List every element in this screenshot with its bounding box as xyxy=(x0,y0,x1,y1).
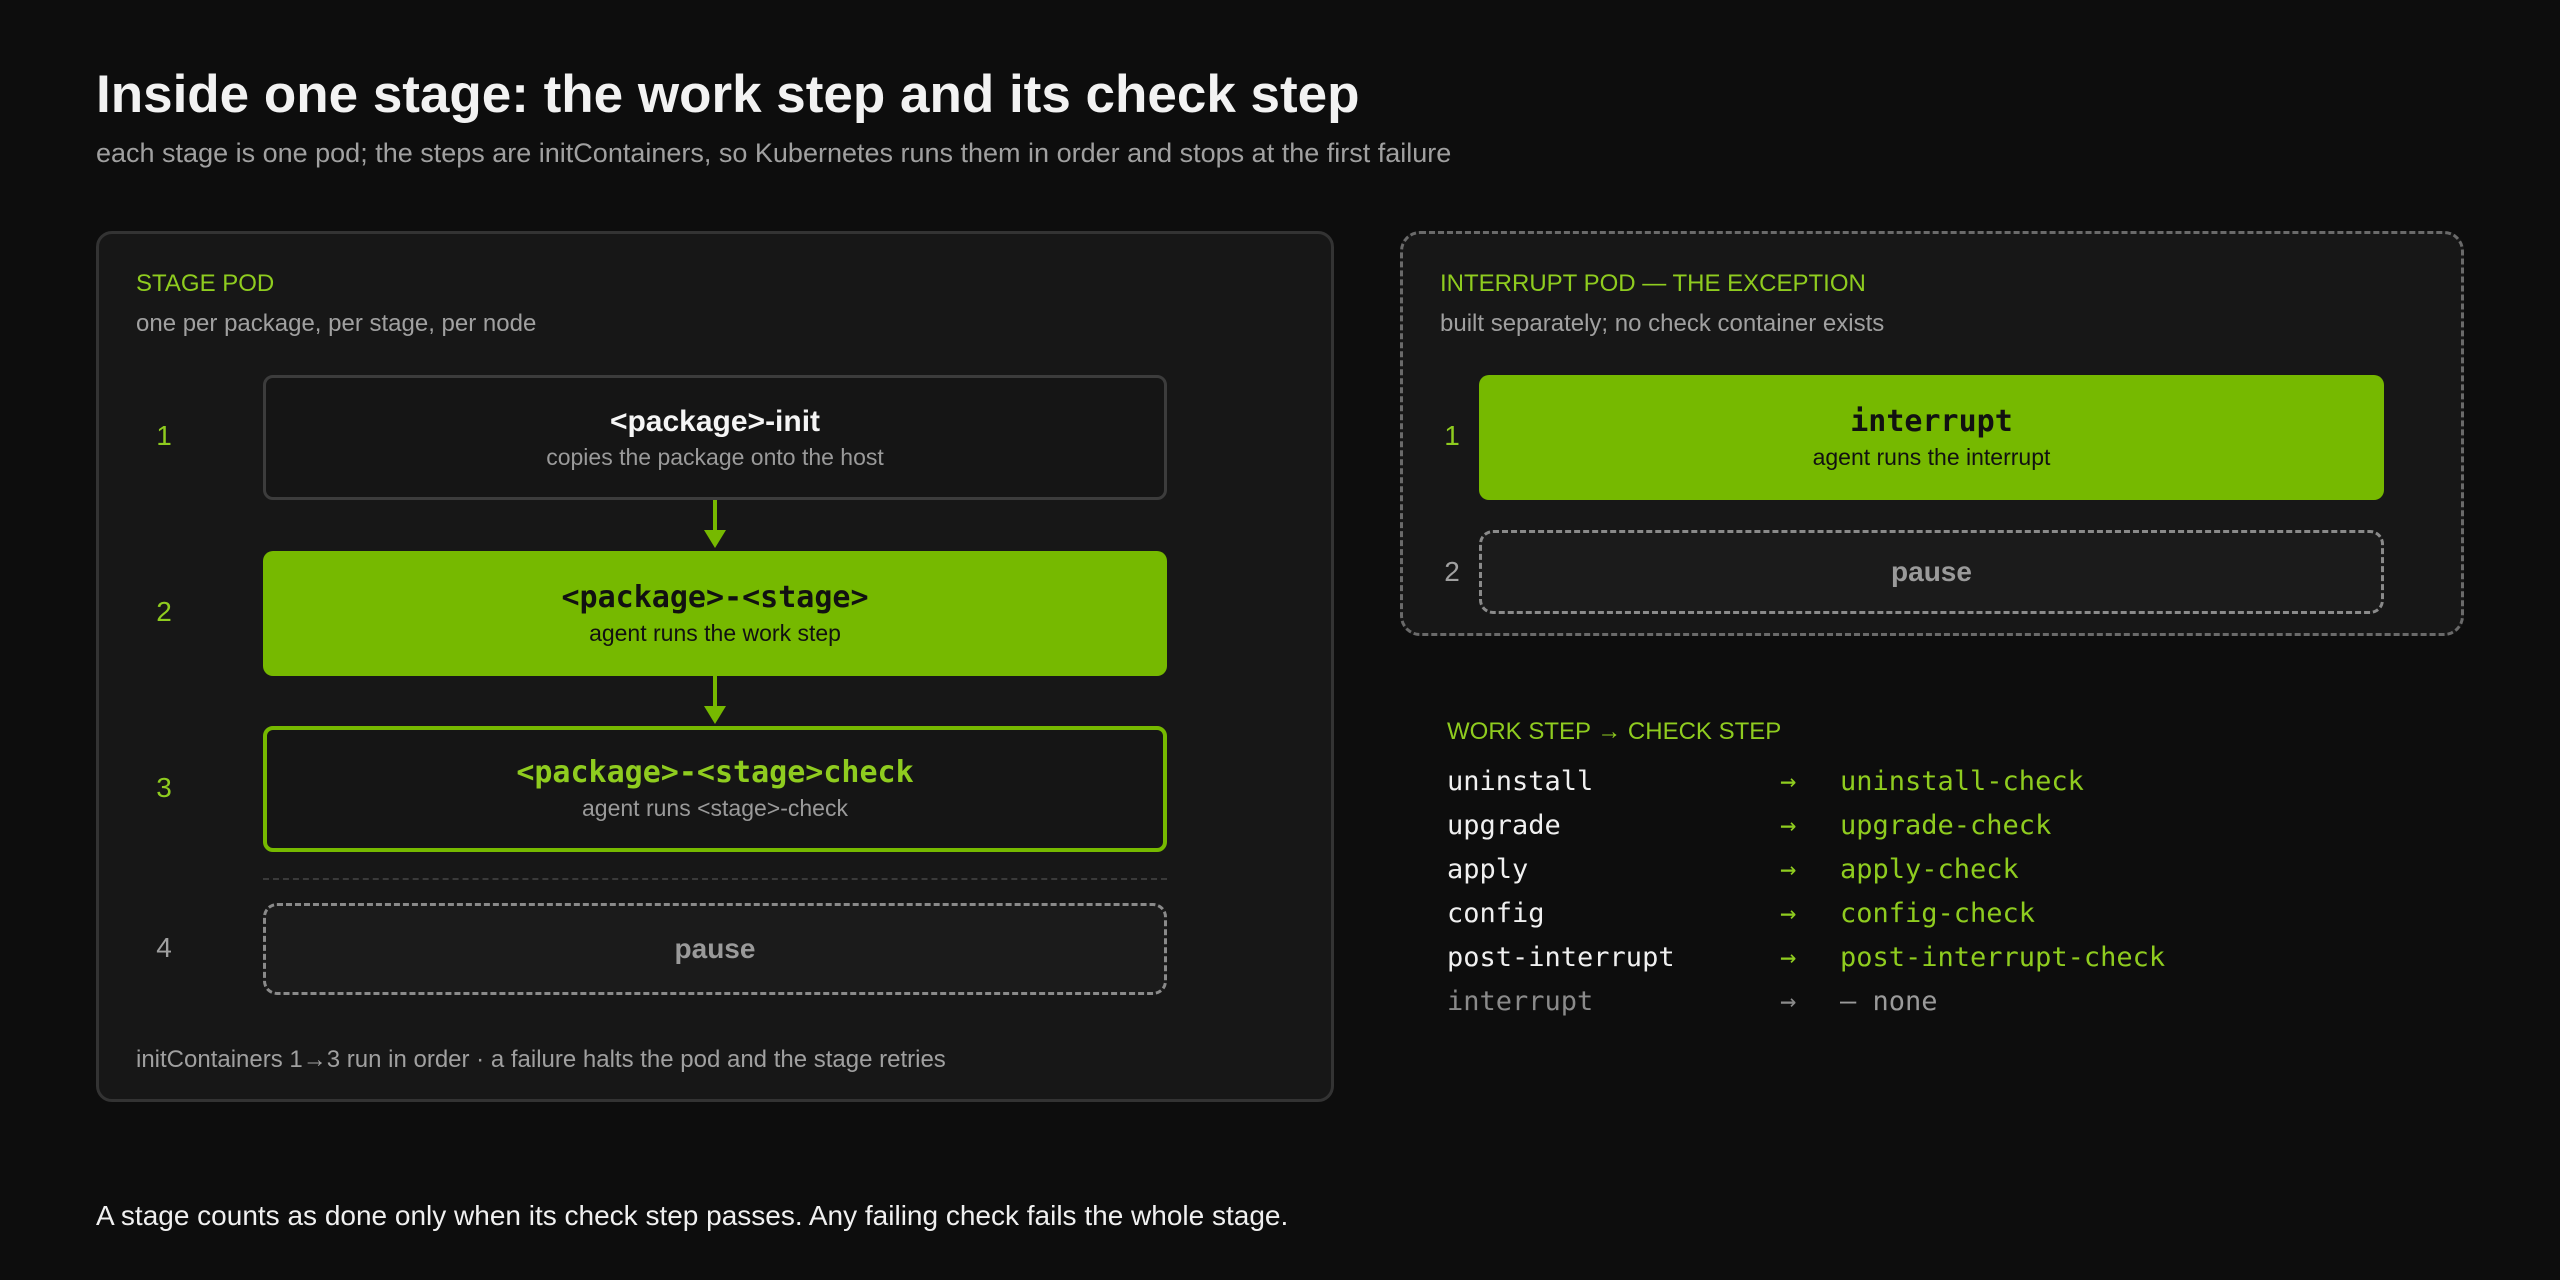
interrupt-pause-title: pause xyxy=(1891,556,1972,587)
check-step-box: <package>-<stage>check agent runs <stage… xyxy=(263,726,1167,852)
step-number-2: 2 xyxy=(156,596,172,627)
mapping-work-upgrade: upgrade xyxy=(1447,810,1561,841)
step-number-1: 1 xyxy=(156,420,172,451)
mapping-arrow: → xyxy=(1780,986,1797,1017)
mapping-check-uninstall: uninstall-check xyxy=(1840,766,2084,797)
mapping-arrow: → xyxy=(1780,854,1797,885)
pause-container-box: pause xyxy=(263,903,1167,995)
step-number-3: 3 xyxy=(156,772,172,803)
check-step-title: <package>-<stage>check xyxy=(516,755,914,790)
interrupt-box: interrupt agent runs the interrupt xyxy=(1479,375,2384,500)
stage-pod-note: initContainers 1→3 run in order · a fail… xyxy=(136,1046,946,1073)
interrupt-pause-box: pause xyxy=(1479,530,2384,614)
mapping-arrow: → xyxy=(1780,898,1797,929)
mapping-header: WORK STEP → CHECK STEP xyxy=(1447,718,1782,745)
mapping-work-interrupt: interrupt xyxy=(1447,986,1594,1017)
mapping-work-config: config xyxy=(1447,898,1545,929)
init-container-title: <package>-init xyxy=(609,404,821,438)
pause-container-title: pause xyxy=(674,933,756,964)
arrow-down-icon xyxy=(704,676,726,724)
page-title: Inside one stage: the work step and its … xyxy=(96,65,1360,124)
page-subtitle: each stage is one pod; the steps are ini… xyxy=(96,138,1452,168)
work-step-sub: agent runs the work step xyxy=(589,619,841,646)
footer-note: A stage counts as done only when its che… xyxy=(96,1200,1289,1231)
interrupt-pod-label: INTERRUPT POD — THE EXCEPTION xyxy=(1440,270,1866,297)
interrupt-title: interrupt xyxy=(1850,403,2013,439)
stage-pod-label: STAGE POD xyxy=(136,270,275,297)
work-step-title: <package>-<stage> xyxy=(561,579,869,615)
mapping-arrow: → xyxy=(1780,942,1797,973)
init-container-box: <package>-init copies the package onto t… xyxy=(263,375,1167,500)
check-step-sub: agent runs <stage>-check xyxy=(582,795,848,821)
interrupt-sub: agent runs the interrupt xyxy=(1812,443,2051,470)
interrupt-step-number-2: 2 xyxy=(1444,556,1460,587)
mapping-check-upgrade: upgrade-check xyxy=(1840,810,2052,841)
arrow-down-icon xyxy=(704,500,726,548)
mapping-work-uninstall: uninstall xyxy=(1447,766,1594,797)
divider xyxy=(263,878,1167,880)
init-container-sub: copies the package onto the host xyxy=(546,443,884,470)
step-number-4: 4 xyxy=(156,932,172,963)
interrupt-step-number-1: 1 xyxy=(1444,420,1460,451)
mapping-check-config: config-check xyxy=(1840,898,2036,929)
mapping-check-apply: apply-check xyxy=(1840,854,2019,885)
mapping-check-post-interrupt: post-interrupt-check xyxy=(1840,942,2166,973)
interrupt-pod-desc: built separately; no check container exi… xyxy=(1440,310,1885,337)
mapping-arrow: → xyxy=(1780,810,1797,841)
mapping-check-interrupt: — none xyxy=(1840,986,1938,1017)
mapping-arrow: → xyxy=(1780,766,1797,797)
mapping-work-apply: apply xyxy=(1447,854,1529,885)
stage-pod-desc: one per package, per stage, per node xyxy=(136,310,537,337)
mapping-work-post-interrupt: post-interrupt xyxy=(1447,942,1675,973)
work-step-box: <package>-<stage> agent runs the work st… xyxy=(263,551,1167,676)
